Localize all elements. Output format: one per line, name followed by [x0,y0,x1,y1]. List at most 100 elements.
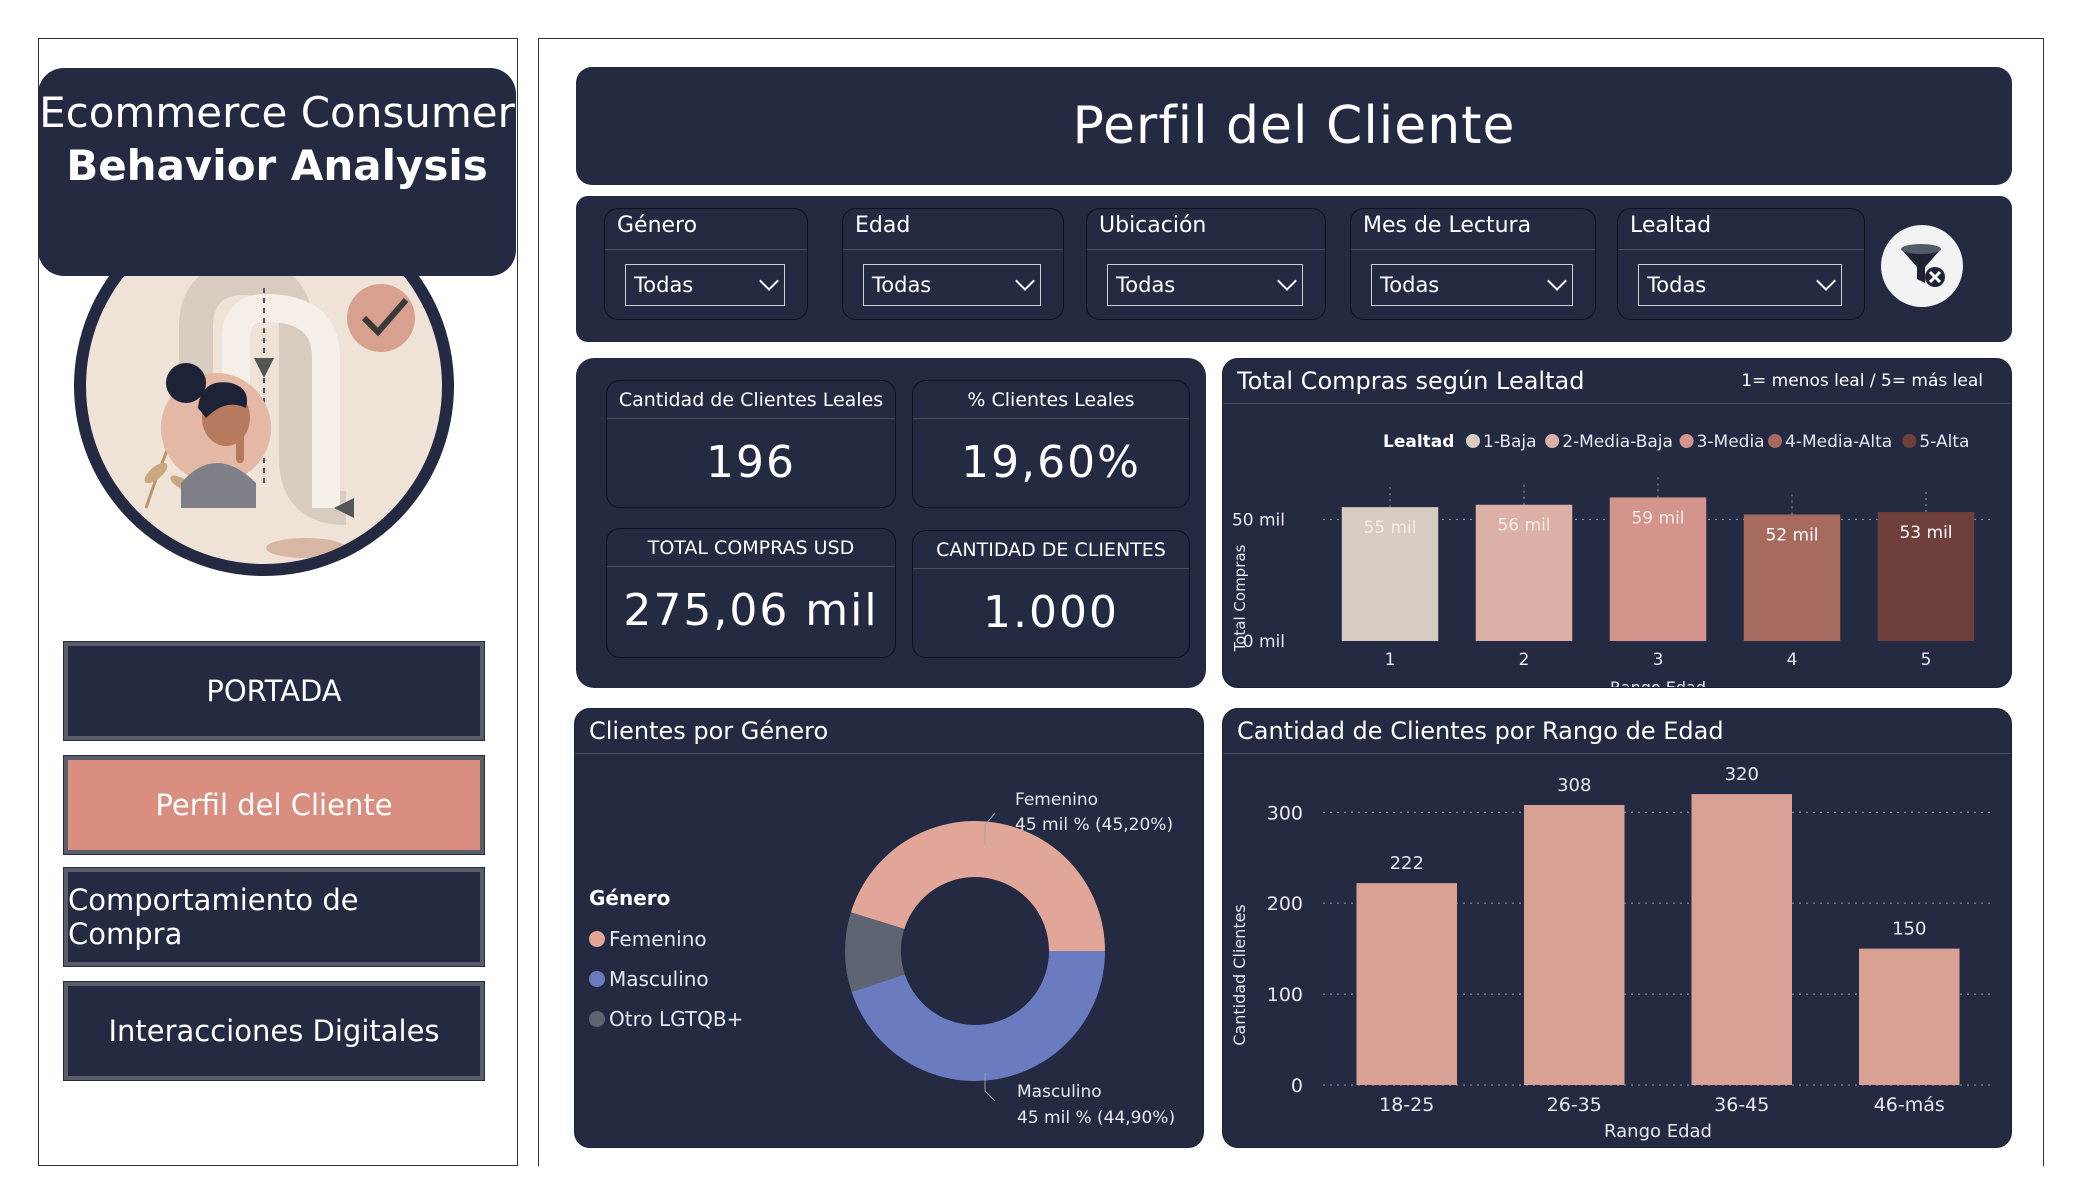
y-tick-label: 50 mil [1232,510,1285,530]
legend-title: Género [589,886,670,910]
kpi-value: 19,60% [961,437,1141,488]
filter-lealtad: Lealtad Todas [1617,208,1865,320]
kpi-caption: CANTIDAD DE CLIENTES [913,531,1189,569]
kpi-clientes-leales: Cantidad de Clientes Leales 196 [606,380,896,508]
data-label: 52 mil [1765,525,1818,545]
chart-compras-lealtad-plot: Lealtad 1-Baja 2-Media-Baja 3-Media 4-Media-… [1231,432,1993,687]
data-label: 320 [1725,764,1759,785]
y-tick-label: 0 mil [1243,632,1285,652]
chart-note: 1= menos leal / 5= más leal [1741,371,1983,391]
page-title: Perfil del Cliente [576,67,2012,185]
chevron-down-icon [1547,271,1567,291]
filter-genero: Género Todas [604,208,808,320]
filter-lealtad-dropdown[interactable]: Todas [1638,264,1842,306]
y-axis-label: Cantidad Clientes [1230,904,1249,1046]
filter-lealtad-label: Lealtad [1630,213,1712,238]
filter-lealtad-value: Todas [1647,273,1707,297]
chevron-down-icon [1816,271,1836,291]
x-tick-label: 18-25 [1379,1094,1434,1116]
legend-marker [1545,434,1560,448]
x-tick-label: 26-35 [1547,1094,1602,1116]
nav-comportamiento-compra-label: Comportamiento de Compra [68,883,359,951]
nav-portada-button[interactable]: PORTADA [63,641,485,741]
nav-perfil-cliente-button[interactable]: Perfil del Cliente [63,755,485,855]
filter-ubicacion: Ubicación Todas [1086,208,1326,320]
y-tick-label: 200 [1267,893,1303,915]
kpi-value: 275,06 mil [623,585,879,636]
data-label: 45 mil % (45,20%) [1015,815,1173,835]
filter-genero-value: Todas [634,273,694,297]
data-label: Femenino [1015,790,1098,810]
chart-clientes-genero-plot: Género Femenino Masculino Otro LGTQB+ Femeni… [589,790,1175,1128]
legend-title: Lealtad [1383,432,1454,452]
chart-title: Total Compras según Lealtad [1237,367,1585,395]
filter-edad-dropdown[interactable]: Todas [863,264,1041,306]
kpi-pct-clientes-leales: % Clientes Leales 19,60% [912,380,1190,508]
legend-marker [1679,434,1694,448]
legend-marker [1768,434,1782,448]
nav-portada-label: PORTADA [206,674,342,708]
kpi-cantidad-clientes: CANTIDAD DE CLIENTES 1.000 [912,530,1190,658]
filter-edad-label: Edad [855,213,911,238]
chevron-down-icon [1015,271,1035,291]
data-label: Masculino [1017,1082,1102,1102]
filter-mes-lectura-dropdown[interactable]: Todas [1371,264,1573,306]
y-axis-label: Total Compras [1231,544,1249,652]
filter-genero-label: Género [617,213,698,238]
x-tick-label: 3 [1653,650,1664,670]
filter-ubicacion-value: Todas [1116,273,1176,297]
app-title-line1: Ecommerce Consumer [39,88,515,137]
data-label: 56 mil [1497,516,1550,536]
legend-item: 1-Baja [1483,432,1537,452]
x-tick-label: 5 [1921,650,1932,670]
filter-mes-lectura: Mes de Lectura Todas [1350,208,1596,320]
y-tick-label: 0 [1291,1075,1303,1097]
legend-item: Otro LGTQB+ [609,1007,743,1031]
app-title-line2: Behavior Analysis [66,141,488,190]
kpi-panel: Cantidad de Clientes Leales 196 % Client… [576,358,1206,688]
kpi-total-compras: TOTAL COMPRAS USD 275,06 mil [606,528,896,658]
kpi-caption: TOTAL COMPRAS USD [607,529,895,567]
x-axis-label: Rango Edad [1604,1121,1712,1142]
legend-item: 3-Media [1697,432,1765,452]
y-tick-label: 300 [1267,802,1303,824]
chevron-down-icon [1277,271,1297,291]
chart-clientes-genero: Clientes por Género Género Femenino Mascul… [574,708,1204,1148]
bar [1691,794,1792,1085]
legend-marker [589,1011,605,1027]
filter-edad-value: Todas [872,273,932,297]
filter-clear-icon [1901,244,1945,287]
legend-item: 5-Alta [1919,432,1969,452]
x-axis-label: Rango Edad [1610,678,1706,687]
app-title-box: Ecommerce Consumer Behavior Analysis [38,68,516,276]
legend-marker [589,931,605,947]
chevron-down-icon [759,271,779,291]
bar [1859,948,1960,1085]
data-label: 53 mil [1899,523,1952,543]
data-label: 150 [1892,919,1926,940]
chart-compras-lealtad: Total Compras según Lealtad 1= menos lea… [1222,358,2012,688]
y-tick-label: 100 [1267,984,1303,1006]
nav-comportamiento-compra-button[interactable]: Comportamiento de Compra [63,867,485,967]
chart-clientes-rango-edad-plot: 0 100 200 300 Cantidad Clientes 222 18-25 308 26… [1230,764,1993,1142]
nav-interacciones-digitales-button[interactable]: Interacciones Digitales [63,981,485,1081]
nav-interacciones-digitales-label: Interacciones Digitales [108,1014,440,1048]
legend-item: 4-Media-Alta [1785,432,1892,452]
legend-item: Masculino [609,967,709,991]
x-tick-label: 1 [1385,650,1396,670]
data-label: 55 mil [1363,518,1416,538]
kpi-caption: % Clientes Leales [913,381,1189,419]
chart-title: Cantidad de Clientes por Rango de Edad [1237,717,1724,745]
kpi-caption: Cantidad de Clientes Leales [607,381,895,419]
kpi-value: 196 [706,437,796,488]
clear-filters-button[interactable] [1881,225,1963,307]
chart-title: Clientes por Género [589,717,829,745]
legend-item: Femenino [609,927,707,951]
filter-ubicacion-dropdown[interactable]: Todas [1107,264,1303,306]
filter-ubicacion-label: Ubicación [1099,213,1207,238]
legend-marker [1902,434,1917,448]
filter-genero-dropdown[interactable]: Todas [625,264,785,306]
legend-marker [589,971,605,987]
x-tick-label: 4 [1787,650,1798,670]
filter-mes-lectura-value: Todas [1380,273,1440,297]
